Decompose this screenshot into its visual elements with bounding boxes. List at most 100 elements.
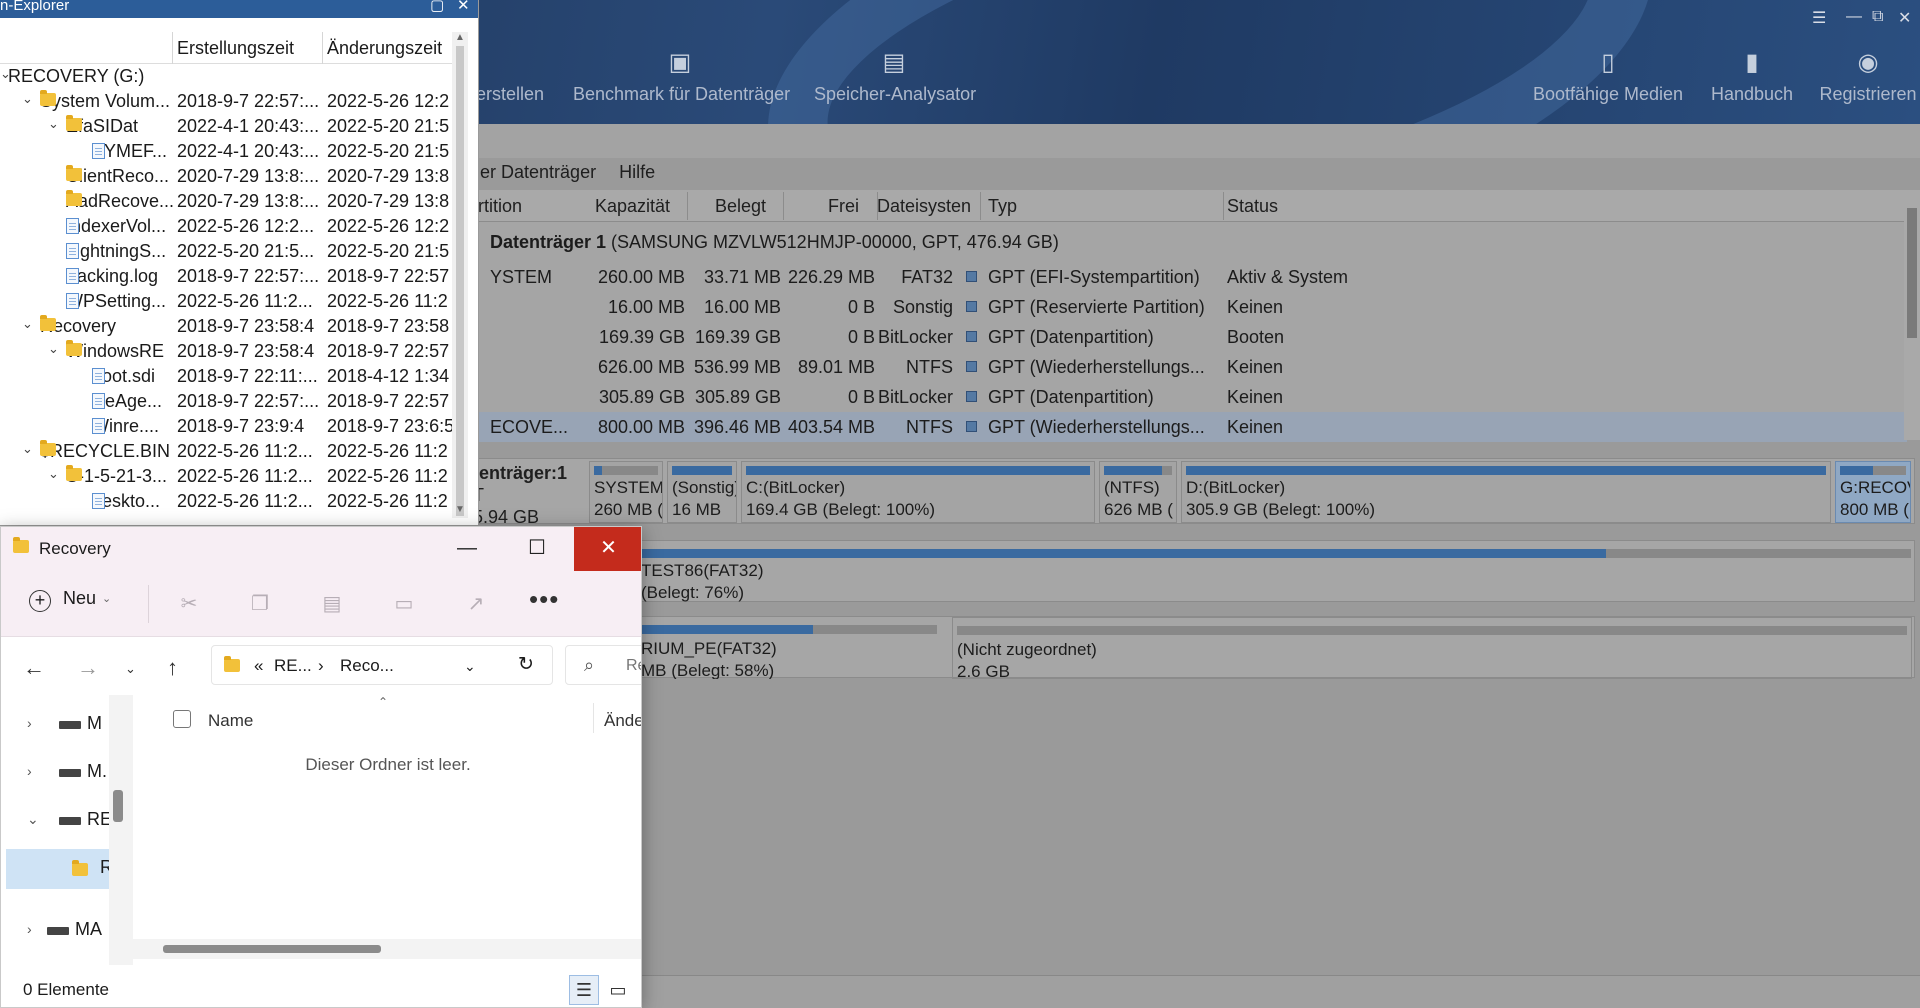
nav-pane-item[interactable]: › M (1, 705, 109, 745)
toolbar-register[interactable]: ◉ Registrieren (1818, 48, 1918, 120)
app-restore-button[interactable]: ⧉ (1872, 8, 1883, 26)
partition-row[interactable]: YSTEM 260.00 MB 33.71 MB 226.29 MB FAT32 GPT … (470, 262, 1907, 292)
expand-chevron-icon[interactable]: ⌄ (22, 441, 33, 457)
tree-row[interactable]: SYMEF... 2022-4-1 20:43:... 2022-5-20 21:5 (0, 139, 460, 164)
toolbar-bootable-media[interactable]: ▯ Bootfähige Medien (1530, 48, 1686, 120)
chevron-icon[interactable]: › (27, 921, 32, 937)
disk-map-partition[interactable]: (NTFS) 626 MB ( (1099, 461, 1177, 523)
partition-row[interactable]: 169.39 GB 169.39 GB 0 B BitLocker GPT (Daten… (470, 322, 1907, 352)
col-type[interactable]: Typ (988, 196, 1017, 217)
tree-row[interactable]: boot.sdi 2018-9-7 22:11:... 2018-4-12 1:34 (0, 364, 460, 389)
address-bar[interactable]: « RE... › Reco... ⌄ ↻ (211, 645, 553, 685)
toolbar-storage-analyzer[interactable]: ▤ Speicher-Analysator (814, 48, 976, 120)
tree-row[interactable]: ReAge... 2018-9-7 22:57:... 2018-9-7 22:57 (0, 389, 460, 414)
disk-map-partition[interactable]: C:(BitLocker) 169.4 GB (Belegt: 100%) (741, 461, 1095, 523)
tree-row[interactable]: ⌄ S-1-5-21-3... 2022-5-26 11:2... 2022-5-26… (0, 464, 460, 489)
partition-row[interactable]: ECOVE... 800.00 MB 396.46 MB 403.54 MB NTFS G… (470, 412, 1907, 442)
expand-chevron-icon[interactable]: ⌄ (22, 316, 33, 332)
expand-chevron-icon[interactable]: ⌄ (22, 91, 33, 107)
col-date-modified[interactable]: Ände (604, 711, 641, 731)
disk3-unallocated[interactable]: (Nicht zugeordnet) 2.6 GB (952, 617, 1912, 679)
nav-pane-item[interactable]: › MA (1, 911, 109, 951)
partition-row[interactable]: 626.00 MB 536.99 MB 89.01 MB NTFS GPT (Wiede… (470, 352, 1907, 382)
disk-map-partition[interactable]: SYSTEM(260 MB ( (589, 461, 663, 523)
toolbar-benchmark[interactable]: ▣ Benchmark für Datenträger (573, 48, 790, 120)
disk2-partition[interactable]: TEST86(FAT32) (Belegt: 76%) (641, 541, 1911, 603)
tree-row[interactable]: LightningS... 2022-5-20 21:5... 2022-5-20 … (0, 239, 460, 264)
nav-pane-item[interactable]: ⌄RE (1, 801, 109, 841)
tree-row[interactable]: ⌄ RECOVERY (G:) (0, 64, 460, 89)
tree-row[interactable]: deskto... 2022-5-26 11:2... 2022-5-26 11:2 (0, 489, 460, 514)
col-created[interactable]: Erstellungszeit (177, 38, 294, 59)
expand-chevron-icon[interactable]: ⌄ (48, 466, 59, 482)
tree-row[interactable]: WPSetting... 2022-5-26 11:2... 2022-5-26 1… (0, 289, 460, 314)
disk-header-row[interactable]: Datenträger 1 (SAMSUNG MZVLW512HMJP-0000… (470, 227, 1907, 257)
col-filesystem[interactable]: Dateisysten (877, 196, 971, 217)
address-dropdown-icon[interactable]: ⌄ (464, 658, 476, 675)
file-list-hscrollbar[interactable] (133, 939, 641, 959)
chevron-icon[interactable]: › (27, 763, 32, 779)
cut-icon[interactable]: ✂ (176, 591, 202, 617)
more-options-button[interactable]: ••• (529, 586, 559, 612)
toolbar-disk-copy[interactable]: erstellen (470, 48, 550, 120)
partition-row[interactable]: 16.00 MB 16.00 MB 0 B Sonstig GPT (Reservier… (470, 292, 1907, 322)
disk-map-partition[interactable]: (Sonstig) 16 MB (667, 461, 737, 523)
app-close-button[interactable]: ✕ (1898, 8, 1911, 28)
col-capacity[interactable]: Kapazität (595, 196, 670, 217)
back-button[interactable]: ← (23, 655, 45, 681)
tree-row[interactable]: ⌄ $RECYCLE.BIN 2022-5-26 11:2... 2022-5-26 … (0, 439, 460, 464)
details-view-button[interactable]: ☰ (569, 975, 599, 1005)
close-button[interactable]: ✕ (574, 527, 641, 571)
refresh-icon[interactable]: ↻ (518, 653, 534, 676)
col-used[interactable]: Belegt (715, 196, 766, 217)
app-menu-icon[interactable]: ☰ (1812, 8, 1826, 28)
tree-row[interactable]: Winre.... 2018-9-7 23:9:4 2018-9-7 23:6:5 (0, 414, 460, 439)
tree-row[interactable]: ⌄ WindowsRE 2018-9-7 23:58:4 2018-9-7 22:57 (0, 339, 460, 364)
tree-scrollbar[interactable]: ▲ ▼ (452, 32, 468, 518)
col-modified[interactable]: Änderungszeit (327, 38, 442, 59)
disk-map-partition[interactable]: D:(BitLocker) 305.9 GB (Belegt: 100%) (1181, 461, 1831, 523)
tree-row[interactable]: ⌄ System Volum... 2018-9-7 22:57:... 2022-5… (0, 89, 460, 114)
partition-row[interactable]: 305.89 GB 305.89 GB 0 B BitLocker GPT (Daten… (470, 382, 1907, 412)
partition-table-scrollbar[interactable] (1904, 190, 1920, 440)
search-input[interactable]: ⌕ Re (565, 645, 641, 685)
tree-row[interactable]: ⌄ EfaSIDat 2022-4-1 20:43:... 2022-5-20 21:… (0, 114, 460, 139)
copy-icon[interactable]: ❐ (247, 591, 273, 617)
col-free[interactable]: Frei (828, 196, 859, 217)
app-minimize-button[interactable]: — (1846, 8, 1862, 26)
recent-locations-button[interactable]: ⌄ (125, 661, 136, 677)
breadcrumb-recovery-drive[interactable]: RE... (274, 656, 312, 676)
tree-row[interactable]: IndexerVol... 2022-5-26 12:2... 2022-5-26 … (0, 214, 460, 239)
tree-close-button[interactable]: ✕ (457, 0, 470, 14)
select-all-checkbox[interactable] (173, 710, 191, 728)
tree-row[interactable]: ⌄ Recovery 2018-9-7 23:58:4 2018-9-7 23:58 (0, 314, 460, 339)
new-button[interactable]: + Neu ⌄ (29, 588, 111, 620)
maximize-button[interactable]: ☐ (507, 527, 567, 571)
chevron-icon[interactable]: ⌄ (27, 811, 39, 828)
expand-chevron-icon[interactable]: ⌄ (48, 341, 59, 357)
paste-icon[interactable]: ▤ (319, 591, 345, 617)
toolbar-manual[interactable]: ▮ Handbuch (1708, 48, 1796, 120)
share-icon[interactable]: ↗ (463, 591, 489, 617)
rename-icon[interactable]: ▭ (391, 591, 417, 617)
menu-other-disks[interactable]: her Datenträger (470, 162, 596, 182)
col-status[interactable]: Status (1227, 196, 1278, 217)
tree-row[interactable]: ClientReco... 2020-7-29 13:8:... 2020-7-29… (0, 164, 460, 189)
tree-maximize-button[interactable]: ▢ (430, 0, 444, 14)
nav-pane-item[interactable]: R (6, 849, 109, 889)
navigation-pane-scrollbar[interactable] (109, 695, 133, 965)
tree-row[interactable]: AadRecove... 2020-7-29 13:8:... 2020-7-29 … (0, 189, 460, 214)
expand-chevron-icon[interactable]: ⌄ (48, 116, 59, 132)
chevron-icon[interactable]: › (27, 715, 32, 731)
up-button[interactable]: ↑ (167, 655, 178, 681)
menu-help[interactable]: Hilfe (619, 162, 655, 182)
disk3-partition-1[interactable]: RIUM_PE(FAT32) MB (Belegt: 58%) (641, 617, 961, 679)
tiles-view-button[interactable]: ▭ (603, 975, 633, 1005)
forward-button[interactable]: → (77, 655, 99, 681)
col-name[interactable]: Name (208, 711, 253, 731)
col-partition[interactable]: rtition (478, 196, 522, 217)
disk-map-partition[interactable]: G:RECOV 800 MB ( (1835, 461, 1911, 523)
breadcrumb-recovery-folder[interactable]: Reco... (340, 656, 394, 676)
tree-row[interactable]: tracking.log 2018-9-7 22:57:... 2018-9-7 2… (0, 264, 460, 289)
nav-pane-item[interactable]: › M. (1, 753, 109, 793)
